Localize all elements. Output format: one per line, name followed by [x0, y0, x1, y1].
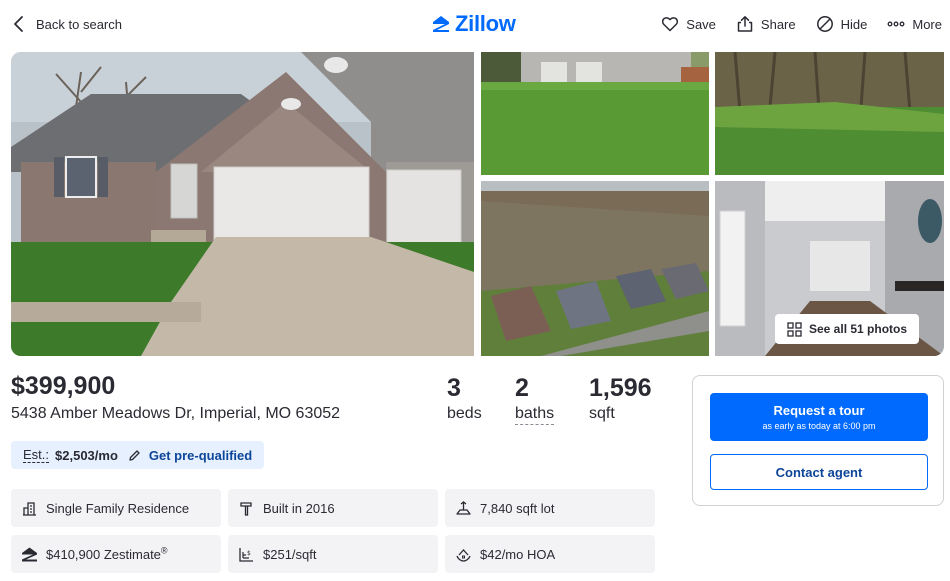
- year-built-text: Built in 2016: [263, 500, 335, 516]
- zestimate-value: $410,900 Zestimate: [46, 546, 161, 562]
- baths-label[interactable]: baths: [515, 405, 555, 425]
- home-type-fact: Single Family Residence: [11, 489, 221, 527]
- hammer-icon: [240, 501, 252, 516]
- top-header: Back to search Zillow Save Share Hide Mo…: [0, 0, 950, 48]
- save-label: Save: [686, 16, 716, 32]
- save-button[interactable]: Save: [661, 15, 716, 33]
- lot-size-text: 7,840 sqft lot: [480, 500, 555, 516]
- beds-stat: 3 beds: [447, 374, 482, 423]
- share-label: Share: [760, 16, 796, 32]
- estimate-value: $2,503/mo: [55, 447, 118, 463]
- contact-card: Request a tour as early as today at 6:00…: [692, 375, 944, 506]
- baths-stat[interactable]: 2 baths: [515, 374, 555, 425]
- photo-gallery: See all 51 photos: [11, 52, 944, 356]
- ruler-icon: $: [239, 547, 253, 562]
- beds-value: 3: [447, 374, 461, 402]
- price-per-sqft-fact: $ $251/sqft: [228, 535, 438, 573]
- hoa-icon: [456, 548, 471, 562]
- more-button[interactable]: More: [887, 15, 942, 33]
- hide-button[interactable]: Hide: [816, 15, 868, 33]
- backyard-photo[interactable]: [481, 52, 709, 175]
- price-per-sqft-text: $251/sqft: [263, 546, 317, 562]
- see-all-photos-label: See all 51 photos: [809, 322, 908, 336]
- hoa-text: $42/mo HOA: [480, 546, 556, 562]
- more-label: More: [912, 16, 942, 32]
- listing-price: $399,900: [11, 372, 116, 400]
- svg-text:$: $: [247, 550, 251, 557]
- chevron-left-icon: [14, 16, 23, 32]
- lot-icon: [456, 500, 471, 515]
- baths-value: 2: [515, 374, 529, 402]
- zestimate-text: $410,900 Zestimate®: [46, 545, 168, 562]
- zillow-logo[interactable]: Zillow: [431, 11, 516, 37]
- zillow-logo-text: Zillow: [455, 11, 516, 36]
- back-to-search-link[interactable]: Back to search: [12, 12, 122, 36]
- share-button[interactable]: Share: [736, 15, 796, 33]
- building-icon: [23, 501, 36, 516]
- registered-mark: ®: [160, 545, 168, 556]
- wooded-yard-photo[interactable]: [715, 52, 944, 175]
- sqft-value: 1,596: [589, 374, 652, 402]
- estimate-label[interactable]: Est.:: [23, 447, 50, 463]
- share-icon: [737, 16, 753, 32]
- request-tour-button[interactable]: Request a tour as early as today at 6:00…: [710, 393, 928, 441]
- sqft-label: sqft: [589, 405, 615, 422]
- request-tour-label: Request a tour: [773, 403, 865, 418]
- beds-label: beds: [447, 405, 482, 422]
- lot-size-fact: 7,840 sqft lot: [445, 489, 655, 527]
- year-built-fact: Built in 2016: [228, 489, 438, 527]
- zestimate-fact[interactable]: $410,900 Zestimate®: [11, 535, 221, 573]
- grid-icon: [787, 321, 802, 337]
- heart-icon: [662, 17, 679, 32]
- back-to-search-label: Back to search: [36, 16, 122, 32]
- listing-address: 5438 Amber Meadows Dr, Imperial, MO 6305…: [11, 405, 341, 422]
- hide-label: Hide: [840, 16, 868, 32]
- request-tour-sublabel: as early as today at 6:00 pm: [762, 421, 876, 431]
- listing-actions: Save Share Hide More: [661, 12, 942, 36]
- zillow-logo-icon: [433, 16, 449, 32]
- see-all-photos-button[interactable]: See all 51 photos: [775, 314, 920, 344]
- home-type-text: Single Family Residence: [46, 500, 190, 516]
- sqft-stat: 1,596 sqft: [589, 374, 652, 423]
- estimated-payment-bar: Est.: $2,503/mo Get pre-qualified: [11, 441, 265, 469]
- get-prequalified-link[interactable]: Get pre-qualified: [149, 448, 252, 463]
- aerial-photo[interactable]: [481, 181, 709, 356]
- hoa-fact: $42/mo HOA: [445, 535, 655, 573]
- zestimate-icon: [22, 547, 37, 561]
- pencil-icon: [129, 449, 140, 461]
- more-icon: [887, 21, 905, 27]
- contact-agent-button[interactable]: Contact agent: [710, 454, 928, 490]
- main-house-photo[interactable]: [11, 52, 474, 356]
- hide-icon: [816, 16, 833, 32]
